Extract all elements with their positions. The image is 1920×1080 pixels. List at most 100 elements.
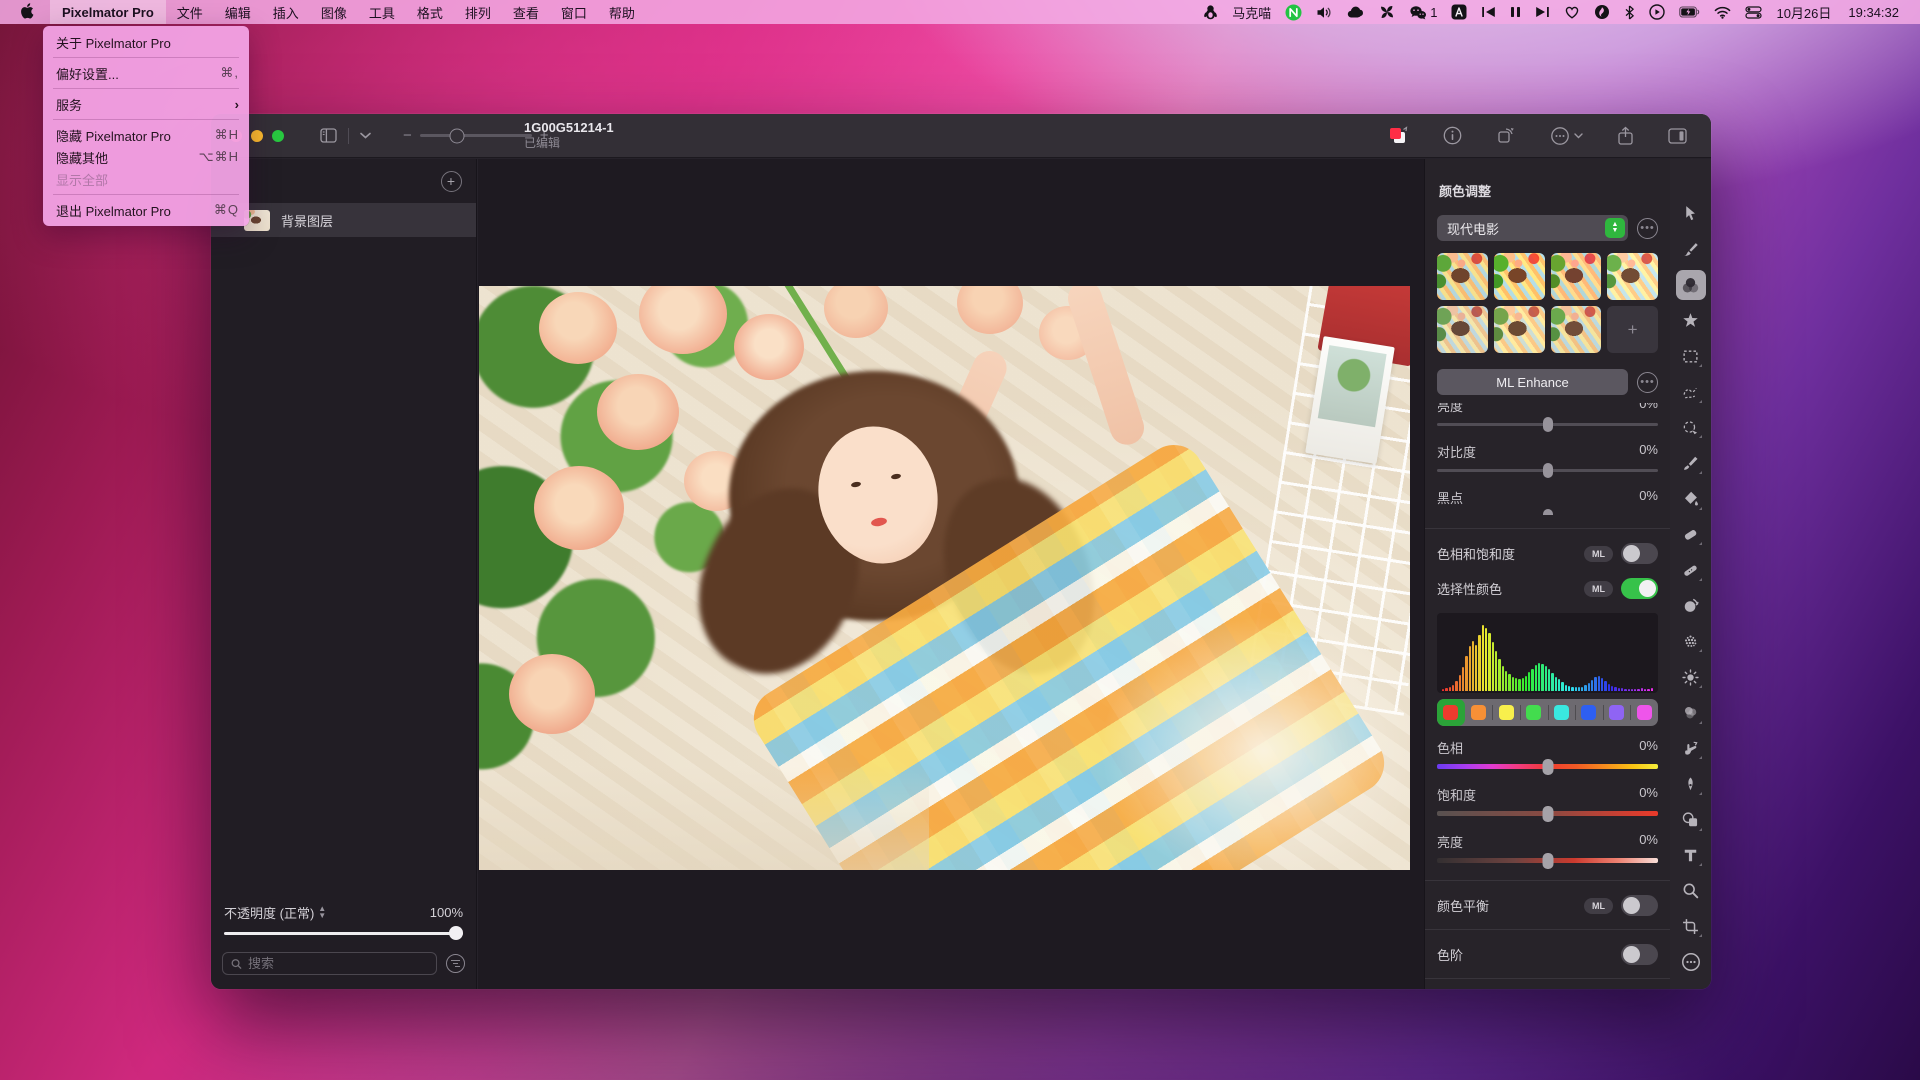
- volume-icon[interactable]: [1309, 0, 1340, 24]
- preset-thumbnail-6[interactable]: [1494, 306, 1545, 353]
- color-swatch-3[interactable]: [1520, 699, 1548, 726]
- zoom-tool[interactable]: [1676, 876, 1706, 906]
- right-panel-toggle-icon[interactable]: [1662, 124, 1693, 148]
- color-swatch-7[interactable]: [1630, 699, 1658, 726]
- toggle-switch[interactable]: [1621, 543, 1658, 564]
- add-layer-button[interactable]: +: [441, 171, 462, 192]
- chevron-down-icon[interactable]: [354, 128, 377, 143]
- menu-图像[interactable]: 图像: [310, 0, 358, 24]
- slider-track[interactable]: [1437, 853, 1658, 867]
- ml-enhance-button[interactable]: ML Enhance: [1437, 369, 1628, 395]
- pause-icon[interactable]: [1503, 0, 1528, 24]
- preset-thumbnail-3[interactable]: [1551, 253, 1602, 300]
- blur-tool[interactable]: [1676, 698, 1706, 728]
- preset-thumbnail-4[interactable]: [1607, 253, 1658, 300]
- status-username[interactable]: 马克喵: [1225, 0, 1278, 24]
- previous-track-icon[interactable]: [1474, 0, 1503, 24]
- input-source-icon[interactable]: [1444, 0, 1474, 24]
- menu-item-2[interactable]: 偏好设置...⌘,: [43, 62, 249, 84]
- heal-tool[interactable]: [1676, 555, 1706, 585]
- clone-tool[interactable]: [1676, 591, 1706, 621]
- quick-select-tool[interactable]: [1676, 413, 1706, 443]
- color-swatch-0[interactable]: [1437, 699, 1465, 726]
- menu-pixelmator-pro[interactable]: Pixelmator Pro: [50, 0, 166, 24]
- swirl-app-icon[interactable]: [1587, 0, 1617, 24]
- color-swatch-4[interactable]: [1548, 699, 1576, 726]
- wechat-icon[interactable]: 1: [1402, 0, 1444, 24]
- preset-options-button[interactable]: •••: [1637, 218, 1658, 239]
- share-icon[interactable]: [1611, 122, 1640, 150]
- battery-icon[interactable]: [1672, 0, 1707, 24]
- menu-插入[interactable]: 插入: [262, 0, 310, 24]
- menu-文件[interactable]: 文件: [166, 0, 214, 24]
- type-tool[interactable]: [1676, 841, 1706, 871]
- ml-enhance-options-button[interactable]: •••: [1637, 372, 1658, 393]
- move-tool[interactable]: [1676, 199, 1706, 229]
- zoom-slider[interactable]: [420, 134, 532, 137]
- preset-select[interactable]: 现代电影 ▲▼: [1437, 215, 1628, 241]
- color-adjustments-tool[interactable]: [1676, 270, 1706, 300]
- preset-thumbnail-5[interactable]: [1437, 306, 1488, 353]
- menu-item-10[interactable]: 退出 Pixelmator Pro⌘Q: [43, 199, 249, 221]
- slider-track[interactable]: [1437, 509, 1658, 515]
- paint-tool[interactable]: [1676, 448, 1706, 478]
- heart-icon[interactable]: [1557, 0, 1587, 24]
- opacity-slider[interactable]: [224, 926, 463, 940]
- apple-menu-button[interactable]: [0, 0, 50, 24]
- qq-icon[interactable]: [1196, 0, 1225, 24]
- color-swatch-1[interactable]: [1465, 699, 1493, 726]
- light-tool[interactable]: [1676, 662, 1706, 692]
- netease-music-icon[interactable]: [1278, 0, 1309, 24]
- erase-tool[interactable]: [1676, 520, 1706, 550]
- zoom-window-button[interactable]: [272, 130, 284, 142]
- effects-tool[interactable]: [1676, 306, 1706, 336]
- play-circle-icon[interactable]: [1642, 0, 1672, 24]
- next-track-icon[interactable]: [1528, 0, 1557, 24]
- preset-thumbnail-7[interactable]: [1551, 306, 1602, 353]
- color-swatch-2[interactable]: [1492, 699, 1520, 726]
- fill-tool[interactable]: [1676, 484, 1706, 514]
- menu-帮助[interactable]: 帮助: [598, 0, 646, 24]
- slider-track[interactable]: [1437, 759, 1658, 773]
- more-ellipsis-icon[interactable]: [1544, 122, 1589, 150]
- info-icon[interactable]: [1437, 122, 1468, 149]
- status-time[interactable]: 19:34:32: [1838, 0, 1906, 24]
- shape-tool[interactable]: [1676, 805, 1706, 835]
- free-select-tool[interactable]: [1676, 377, 1706, 407]
- layer-search-box[interactable]: [222, 952, 437, 975]
- slider-track[interactable]: [1437, 806, 1658, 820]
- slider-track[interactable]: [1437, 463, 1658, 477]
- menu-工具[interactable]: 工具: [358, 0, 406, 24]
- status-date[interactable]: 10月26日: [1769, 0, 1838, 24]
- preset-thumbnail-2[interactable]: [1494, 253, 1545, 300]
- zoom-out-button[interactable]: −: [403, 127, 412, 144]
- filter-icon[interactable]: [446, 954, 465, 973]
- cloud-icon[interactable]: [1340, 0, 1372, 24]
- add-preset-button[interactable]: +: [1607, 306, 1658, 353]
- rotate-canvas-icon[interactable]: [1490, 122, 1522, 149]
- color-balance-toggle[interactable]: [1621, 895, 1658, 916]
- menu-编辑[interactable]: 编辑: [214, 0, 262, 24]
- preset-thumbnail-1[interactable]: [1437, 253, 1488, 300]
- minimize-button[interactable]: [251, 130, 263, 142]
- rect-select-tool[interactable]: [1676, 342, 1706, 372]
- control-center-icon[interactable]: [1738, 0, 1769, 24]
- color-swatch-6[interactable]: [1603, 699, 1631, 726]
- toggle-switch[interactable]: [1621, 578, 1658, 599]
- search-input[interactable]: [248, 956, 428, 971]
- canvas-area[interactable]: [478, 159, 1424, 989]
- pinwheel-icon[interactable]: [1372, 0, 1402, 24]
- menu-item-4[interactable]: 服务›: [43, 93, 249, 115]
- menu-窗口[interactable]: 窗口: [550, 0, 598, 24]
- crop-tool[interactable]: [1676, 912, 1706, 942]
- menu-item-6[interactable]: 隐藏 Pixelmator Pro⌘H: [43, 124, 249, 146]
- warp-tool[interactable]: [1676, 734, 1706, 764]
- color-swatch-5[interactable]: [1575, 699, 1603, 726]
- bluetooth-icon[interactable]: [1617, 0, 1642, 24]
- menu-排列[interactable]: 排列: [454, 0, 502, 24]
- slider-track[interactable]: [1437, 417, 1658, 431]
- pen-tool[interactable]: [1676, 769, 1706, 799]
- color-swatch-icon[interactable]: [1381, 122, 1415, 150]
- wifi-icon[interactable]: [1707, 0, 1738, 24]
- levels-toggle[interactable]: [1621, 944, 1658, 965]
